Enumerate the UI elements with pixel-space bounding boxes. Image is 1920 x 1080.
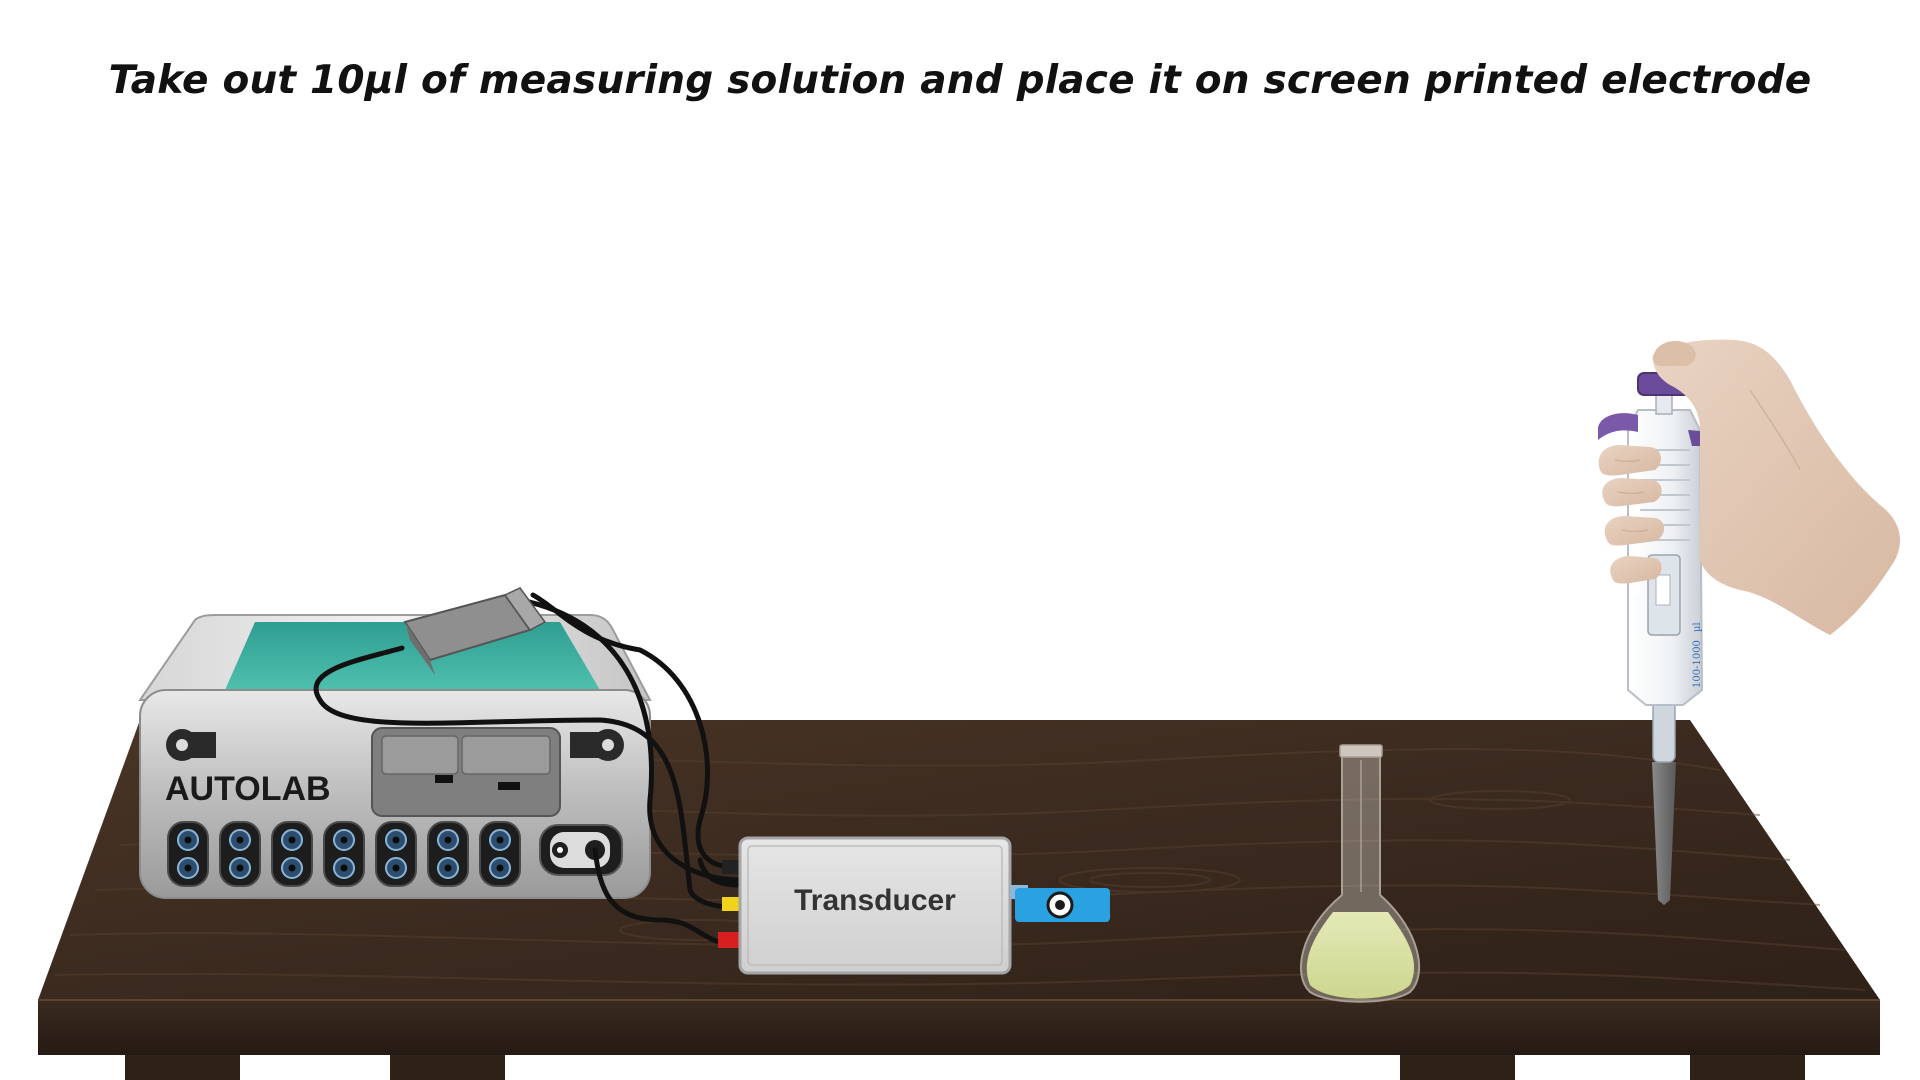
transducer-label: Transducer xyxy=(794,884,956,917)
connector-port[interactable] xyxy=(479,821,521,887)
connector-port[interactable] xyxy=(271,821,313,887)
power-socket xyxy=(539,824,623,876)
lab-scene-svg: AUTOLAB Transducer 100-1000 µl xyxy=(38,339,1900,1080)
connector-port[interactable] xyxy=(375,821,417,887)
mount-hole-left xyxy=(166,729,216,761)
table-leg xyxy=(390,1055,505,1080)
pipette-unit-label: µl xyxy=(1692,622,1703,632)
autolab-label: AUTOLAB xyxy=(165,770,331,808)
table-front-edge xyxy=(38,1000,1880,1055)
mount-hole-right xyxy=(570,729,624,761)
connector-port[interactable] xyxy=(219,821,261,887)
connector-port[interactable] xyxy=(323,821,365,887)
table-leg xyxy=(125,1055,240,1080)
usb-connector[interactable] xyxy=(1010,885,1110,922)
connector-ports xyxy=(167,821,521,887)
connector-port[interactable] xyxy=(427,821,469,887)
connector-port[interactable] xyxy=(167,821,209,887)
lab-scene: Take out 10µl of measuring solution and … xyxy=(0,0,1920,1080)
autolab-potentiostat[interactable]: AUTOLAB xyxy=(138,614,652,899)
red-plug xyxy=(718,932,742,948)
table-leg xyxy=(1690,1055,1805,1080)
table-leg xyxy=(1400,1055,1515,1080)
pipette-volume-label: 100-1000 xyxy=(1692,640,1703,688)
